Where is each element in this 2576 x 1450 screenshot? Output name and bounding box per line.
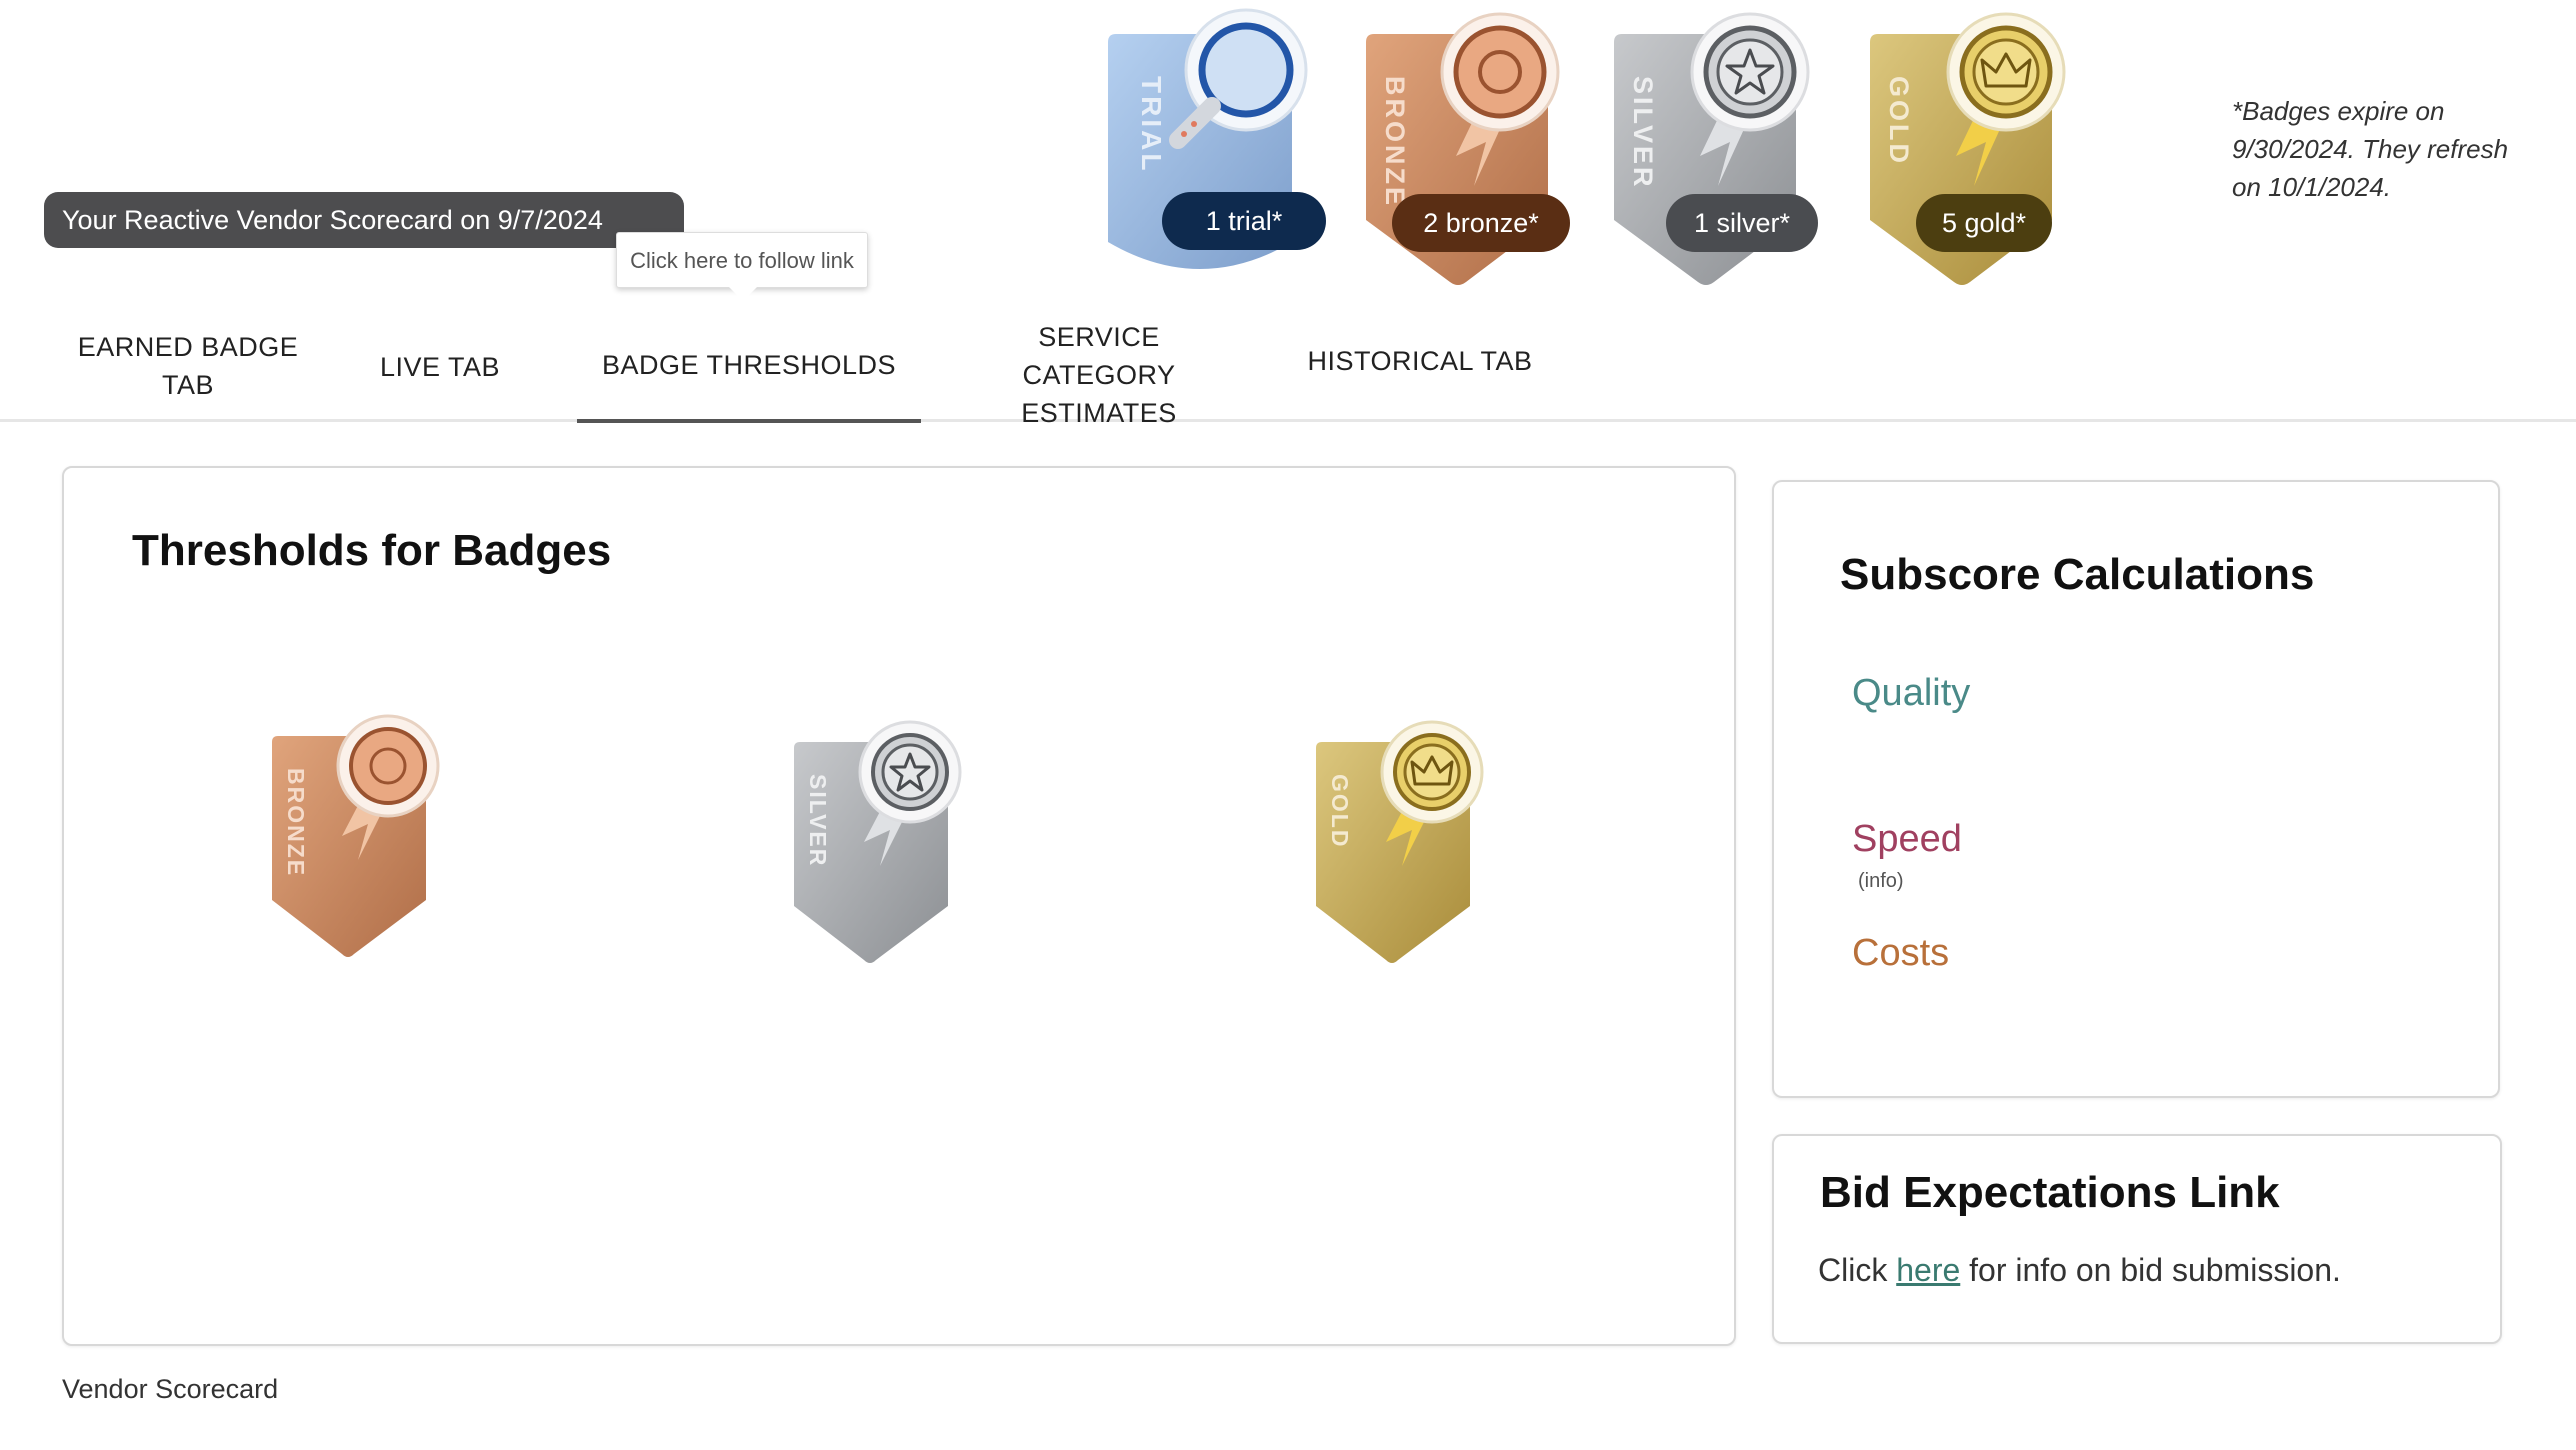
- tab-badge-thresholds[interactable]: BADGE THRESHOLDS: [577, 346, 921, 423]
- follow-link-tooltip: Click here to follow link: [616, 232, 868, 301]
- gold-count-label: 5 gold*: [1916, 194, 2052, 252]
- thresholds-card: Thresholds for Badges BRONZE SILVER GOLD: [62, 466, 1736, 1346]
- tab-earned-badge[interactable]: EARNED BADGE TAB: [62, 328, 314, 404]
- tab-service-category-estimates[interactable]: SERVICE CATEGORY ESTIMATES: [960, 318, 1238, 432]
- svg-text:BRONZE: BRONZE: [283, 768, 309, 877]
- scorecard-title: Your Reactive Vendor Scorecard on 9/7/20…: [44, 192, 684, 248]
- subscore-card: Subscore Calculations Quality Speed (inf…: [1772, 480, 2500, 1098]
- thresholds-title: Thresholds for Badges: [132, 526, 612, 575]
- tab-label-line: EARNED BADGE: [77, 332, 299, 362]
- silver-count-label: 1 silver*: [1666, 194, 1818, 252]
- bronze-badge[interactable]: BRONZE 2 bronze*: [1362, 6, 1582, 286]
- bid-suffix-text: for info on bid submission.: [1960, 1252, 2341, 1288]
- tab-label-line: TAB: [161, 370, 214, 400]
- gold-badge[interactable]: GOLD 5 gold*: [1868, 6, 2088, 286]
- subscore-title: Subscore Calculations: [1840, 550, 2315, 599]
- tab-label-line: HISTORICAL TAB: [1307, 346, 1533, 376]
- svg-text:TRIAL: TRIAL: [1136, 76, 1167, 173]
- bid-prefix-text: Click: [1818, 1252, 1897, 1288]
- tab-label-line: ESTIMATES: [1021, 398, 1177, 428]
- svg-text:SILVER: SILVER: [805, 774, 831, 867]
- silver-badge[interactable]: SILVER 1 silver*: [1612, 6, 1832, 286]
- bid-expectations-card: Bid Expectations Link Click here for inf…: [1772, 1134, 2502, 1344]
- trial-count-label: 1 trial*: [1162, 192, 1326, 250]
- tab-label-line: BADGE THRESHOLDS: [601, 350, 897, 380]
- tab-live[interactable]: LIVE TAB: [360, 348, 520, 386]
- bid-expectations-title: Bid Expectations Link: [1820, 1168, 2280, 1217]
- tab-label-line: SERVICE CATEGORY: [1022, 322, 1176, 390]
- silver-threshold-badge[interactable]: SILVER: [792, 720, 972, 975]
- footer-page-name: Vendor Scorecard: [62, 1374, 279, 1404]
- speed-link[interactable]: Speed: [1852, 818, 1962, 861]
- svg-text:GOLD: GOLD: [1327, 774, 1353, 848]
- trial-badge[interactable]: TRIAL 1 trial*: [1100, 6, 1326, 286]
- costs-link[interactable]: Costs: [1852, 932, 1949, 975]
- bid-expectations-text: Click here for info on bid submission.: [1818, 1252, 2341, 1289]
- tab-label-line: LIVE TAB: [379, 352, 501, 382]
- tab-bar: EARNED BADGE TAB LIVE TAB BADGE THRESHOL…: [0, 300, 2576, 428]
- tab-historical[interactable]: HISTORICAL TAB: [1300, 342, 1540, 380]
- svg-text:SILVER: SILVER: [1628, 76, 1658, 190]
- svg-text:GOLD: GOLD: [1884, 76, 1914, 166]
- gold-threshold-badge[interactable]: GOLD: [1314, 720, 1494, 975]
- gold-crown-medal-icon: GOLD: [1316, 720, 1484, 963]
- bronze-threshold-badge[interactable]: BRONZE: [270, 714, 450, 969]
- bronze-medal-icon: BRONZE: [272, 714, 440, 957]
- badge-expiry-note: *Badges expire on 9/30/2024. They refres…: [2232, 96, 2509, 202]
- speed-info-label[interactable]: (info): [1858, 870, 1904, 893]
- bid-here-link[interactable]: here: [1896, 1252, 1960, 1288]
- bronze-count-label: 2 bronze*: [1392, 194, 1570, 252]
- quality-link[interactable]: Quality: [1852, 672, 1970, 715]
- silver-star-medal-icon: SILVER: [794, 720, 962, 963]
- svg-text:BRONZE: BRONZE: [1380, 76, 1410, 208]
